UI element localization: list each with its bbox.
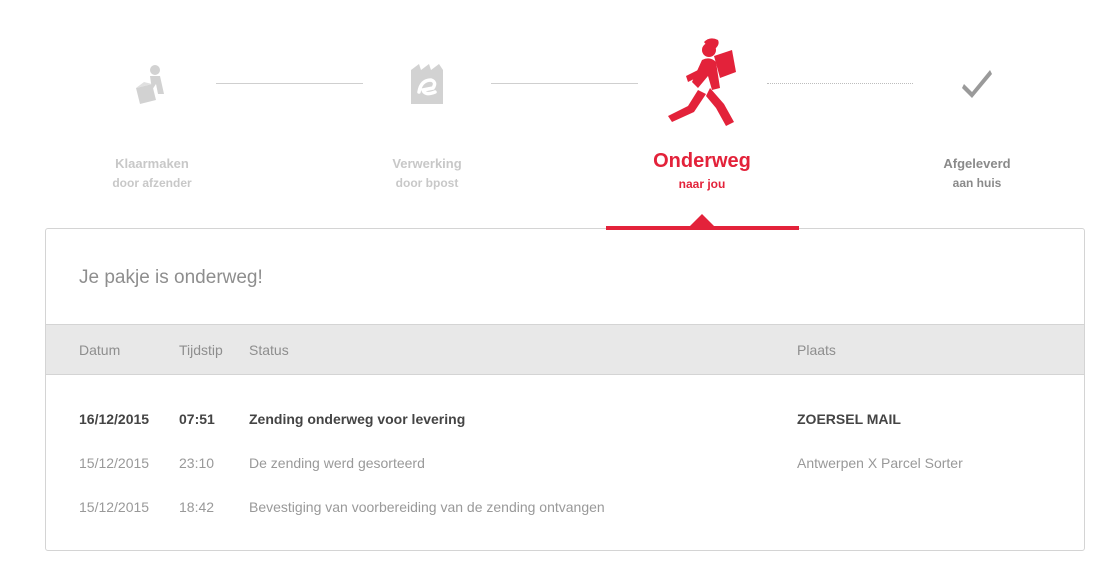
row-time: 18:42 [179,499,215,515]
column-date: Datum [79,342,121,358]
checkmark-icon [960,66,994,105]
tracking-panel: Je pakje is onderweg! Datum Tijdstip Sta… [45,228,1085,551]
table-row: 16/12/2015 07:51 Zending onderweg voor l… [46,411,1084,431]
panel-title: Je pakje is onderweg! [79,267,263,288]
row-time: 23:10 [179,455,215,471]
step-connector [491,83,638,84]
row-status: Bevestiging van voorbereiding van de zen… [249,499,605,515]
step-title: Verwerking [392,156,462,171]
person-box-icon [132,60,172,111]
step-connector-pending [767,83,913,84]
step-subtitle: door afzender [112,176,192,190]
row-date: 16/12/2015 [79,411,150,427]
row-status: De zending werd gesorteerd [249,455,425,471]
row-place: ZOERSEL MAIL [797,411,901,427]
bpost-logo-icon [409,62,445,111]
step-connector [216,83,363,84]
table-row: 15/12/2015 18:42 Bevestiging van voorber… [46,499,1084,519]
step-title: Klaarmaken [115,156,189,171]
row-date: 15/12/2015 [79,455,150,471]
row-date: 15/12/2015 [79,499,150,515]
column-status: Status [249,342,289,358]
progress-steps: Klaarmaken door afzender Verwerking door… [0,0,1094,230]
step-title: Onderweg [653,150,751,172]
column-place: Plaats [797,342,836,358]
table-header: Datum Tijdstip Status Plaats [46,324,1084,375]
row-place: Antwerpen X Parcel Sorter [797,455,963,471]
column-time: Tijdstip [179,342,223,358]
active-step-caret [690,214,714,226]
row-time: 07:51 [179,411,215,427]
step-subtitle: aan huis [952,176,1002,190]
step-subtitle: door bpost [395,176,459,190]
running-courier-icon [664,36,740,139]
step-subtitle: naar jou [678,177,726,191]
active-step-indicator [606,226,799,230]
step-title: Afgeleverd [943,156,1011,171]
table-row: 15/12/2015 23:10 De zending werd gesorte… [46,455,1084,475]
row-status: Zending onderweg voor levering [249,411,466,427]
